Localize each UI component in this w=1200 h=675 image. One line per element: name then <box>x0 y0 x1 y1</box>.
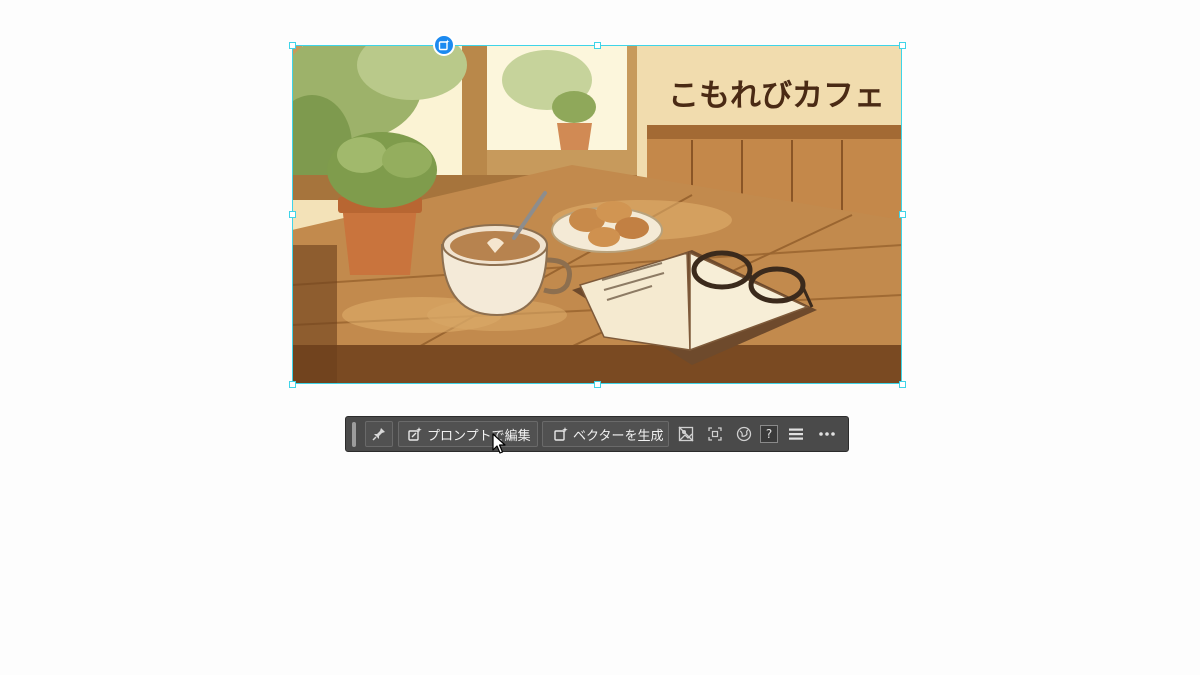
resize-handle-bottom-left[interactable] <box>289 381 296 388</box>
generative-badge[interactable] <box>433 34 455 56</box>
resize-handle-top-right[interactable] <box>899 42 906 49</box>
edit-with-prompt-label: プロンプトで編集 <box>427 428 531 444</box>
more-options-button[interactable] <box>817 424 837 444</box>
generate-vector-button[interactable]: ベクターを生成 <box>542 421 669 447</box>
mask-button[interactable] <box>676 424 696 444</box>
generate-vector-label: ベクターを生成 <box>573 428 664 444</box>
pin-button[interactable] <box>365 421 393 447</box>
globe-button[interactable] <box>734 424 754 444</box>
canvas-image[interactable]: こもれびカフェ <box>292 45 902 384</box>
mouse-cursor-icon <box>492 433 506 454</box>
contextual-task-bar: プロンプトで編集 ベクターを生成 ? <box>345 416 849 452</box>
generate-edit-icon <box>408 427 422 441</box>
resize-handle-bottom-right[interactable] <box>899 381 906 388</box>
resize-handle-bottom[interactable] <box>594 381 601 388</box>
properties-menu-button[interactable] <box>786 424 806 444</box>
toolbar-grip[interactable] <box>352 422 356 447</box>
edit-with-prompt-button[interactable]: プロンプトで編集 <box>398 421 538 447</box>
resize-handle-left[interactable] <box>289 211 296 218</box>
pin-icon <box>372 428 385 441</box>
globe-icon <box>736 426 752 442</box>
generate-vector-icon <box>554 427 568 441</box>
menu-icon <box>789 428 803 440</box>
mask-icon <box>678 426 694 442</box>
resize-handle-right[interactable] <box>899 211 906 218</box>
help-icon: ? <box>765 427 773 441</box>
resize-handle-top[interactable] <box>594 42 601 49</box>
more-icon <box>819 432 835 436</box>
image-title: こもれびカフェ <box>668 78 885 114</box>
help-button[interactable]: ? <box>760 425 778 443</box>
crop-button[interactable] <box>705 424 725 444</box>
generate-icon <box>438 39 450 51</box>
crop-icon <box>708 427 722 441</box>
resize-handle-top-left[interactable] <box>289 42 296 49</box>
